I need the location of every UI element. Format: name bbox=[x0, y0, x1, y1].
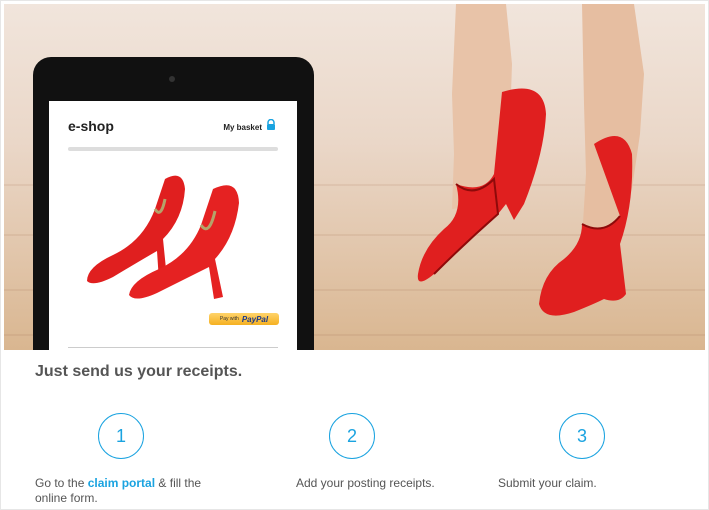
red-heels-photo bbox=[417, 4, 644, 316]
step-2-number: 2 bbox=[346, 425, 357, 446]
basket-icon bbox=[267, 119, 275, 130]
step-1-number: 1 bbox=[115, 425, 126, 446]
claim-portal-link[interactable]: claim portal bbox=[88, 476, 155, 490]
basket-link[interactable]: My basket bbox=[223, 123, 262, 132]
step-1-text: Go to the claim portal & fill the online… bbox=[35, 476, 225, 506]
tablet-device: e-shop My basket Pay with PayPal bbox=[33, 57, 314, 350]
step-2-text: Add your posting receipts. bbox=[296, 476, 435, 490]
step-1-badge: 1 bbox=[98, 413, 144, 459]
step-3-number: 3 bbox=[576, 425, 587, 446]
hero-image: e-shop My basket Pay with PayPal bbox=[4, 4, 705, 350]
shop-name: e-shop bbox=[68, 118, 114, 134]
step-3-badge: 3 bbox=[559, 413, 605, 459]
tablet-camera bbox=[169, 76, 175, 82]
step-3-text: Submit your claim. bbox=[498, 476, 597, 490]
paypal-logo: PayPal bbox=[241, 314, 269, 324]
screen-divider bbox=[68, 147, 278, 151]
screen-rule bbox=[68, 347, 278, 348]
paypal-small-text: Pay with bbox=[219, 316, 239, 322]
step-1-text-before: Go to the bbox=[35, 476, 88, 490]
step-2-badge: 2 bbox=[329, 413, 375, 459]
email-banner: e-shop My basket Pay with PayPal Just se… bbox=[0, 0, 709, 510]
tablet-screen: e-shop My basket Pay with PayPal bbox=[49, 101, 297, 350]
headline: Just send us your receipts. bbox=[35, 363, 243, 380]
paypal-button[interactable]: Pay with PayPal bbox=[209, 313, 279, 325]
product-shoes-image bbox=[87, 175, 239, 299]
